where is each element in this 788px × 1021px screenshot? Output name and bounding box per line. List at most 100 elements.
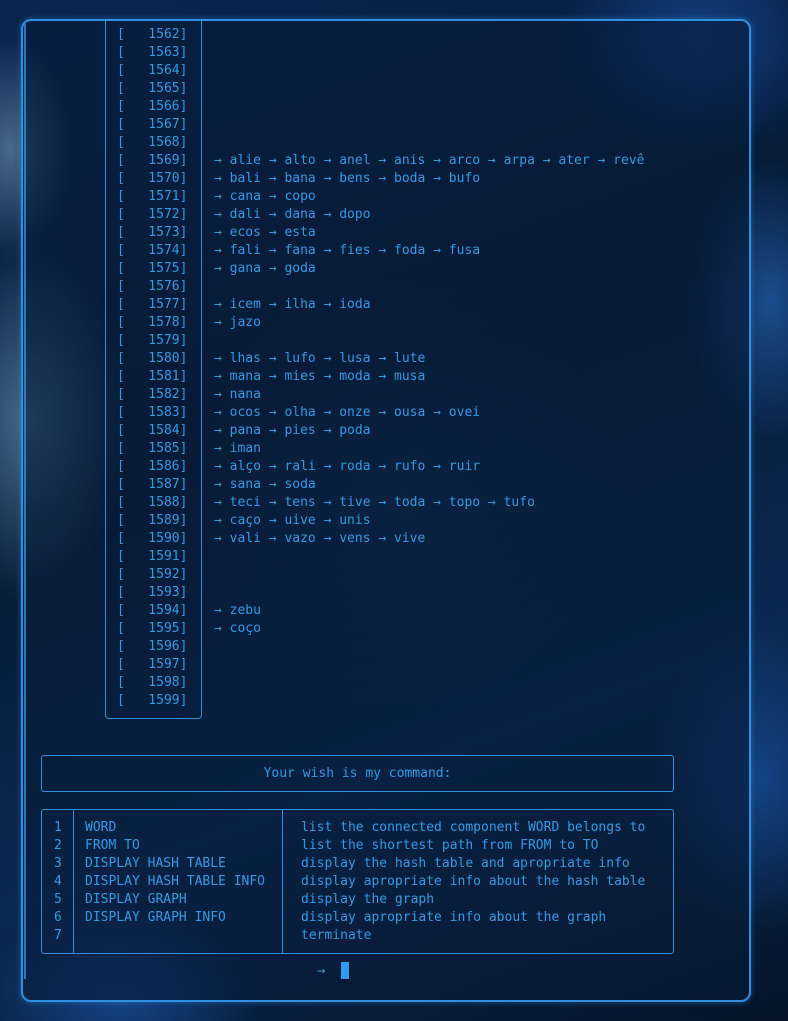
help-column-divider xyxy=(73,810,74,953)
word-chain: → alie → alto → anel → anis → arco → arp… xyxy=(214,153,645,168)
help-number: 4 xyxy=(54,874,62,889)
hash-row: [ 1569] → alie → alto → anel → anis → arc… xyxy=(117,152,644,170)
hash-index: [ 1568] xyxy=(117,135,188,150)
hash-index: [ 1577] xyxy=(117,297,188,312)
hash-row: [ 1576] xyxy=(117,278,189,296)
help-number: 1 xyxy=(54,820,62,835)
hash-row: [ 1567] xyxy=(117,116,189,134)
hash-index: [ 1569] xyxy=(117,153,188,168)
help-command: DISPLAY GRAPH xyxy=(85,892,187,907)
hash-row: [ 1581] → mana → mies → moda → musa xyxy=(117,368,425,386)
hash-index: [ 1576] xyxy=(117,279,188,294)
hash-index: [ 1570] xyxy=(117,171,188,186)
hash-row: [ 1575] → gana → goda xyxy=(117,260,316,278)
hash-row: [ 1572] → dali → dana → dopo xyxy=(117,206,371,224)
hash-index: [ 1596] xyxy=(117,639,188,654)
hash-row: [ 1574] → fali → fana → fies → foda → fus… xyxy=(117,242,480,260)
word-chain: → cana → copo xyxy=(214,189,316,204)
hash-row: [ 1597] xyxy=(117,656,189,674)
hash-row: [ 1594] → zebu xyxy=(117,602,261,620)
hash-row: [ 1588] → teci → tens → tive → toda → top… xyxy=(117,494,535,512)
hash-row: [ 1564] xyxy=(117,62,189,80)
word-chain: → jazo xyxy=(214,315,261,330)
word-chain: → nana xyxy=(214,387,261,402)
hash-row: [ 1593] xyxy=(117,584,189,602)
hash-index: [ 1581] xyxy=(117,369,188,384)
word-chain: → vali → vazo → vens → vive xyxy=(214,531,426,546)
hash-index: [ 1594] xyxy=(117,603,188,618)
help-description: terminate xyxy=(301,928,372,943)
text-cursor[interactable] xyxy=(341,962,349,979)
hash-index: [ 1585] xyxy=(117,441,188,456)
hash-index: [ 1597] xyxy=(117,657,188,672)
hash-index: [ 1578] xyxy=(117,315,188,330)
hash-row: [ 1584] → pana → pies → poda xyxy=(117,422,371,440)
help-command: WORD xyxy=(85,820,117,835)
hash-index: [ 1584] xyxy=(117,423,188,438)
hash-index: [ 1586] xyxy=(117,459,188,474)
help-description: list the shortest path from FROM to TO xyxy=(301,838,599,853)
hash-row: [ 1571] → cana → copo xyxy=(117,188,316,206)
hash-index: [ 1580] xyxy=(117,351,188,366)
hash-row: [ 1598] xyxy=(117,674,189,692)
word-chain: → sana → soda xyxy=(214,477,316,492)
word-chain: → lhas → lufo → lusa → lute xyxy=(214,351,426,366)
hash-row: [ 1580] → lhas → lufo → lusa → lute xyxy=(117,350,425,368)
hash-row: [ 1570] → bali → bana → bens → boda → buf… xyxy=(117,170,480,188)
help-description: list the connected component WORD belong… xyxy=(301,820,646,835)
hash-index: [ 1583] xyxy=(117,405,188,420)
hash-index: [ 1598] xyxy=(117,675,188,690)
hash-index: [ 1591] xyxy=(117,549,188,564)
hash-index: [ 1599] xyxy=(117,693,188,708)
hash-index: [ 1562] xyxy=(117,27,188,42)
help-description: display apropriate info about the hash t… xyxy=(301,874,646,889)
help-number: 2 xyxy=(54,838,62,853)
word-chain: → caço → uive → unis xyxy=(214,513,371,528)
hash-row: [ 1577] → icem → ilha → ioda xyxy=(117,296,371,314)
hash-index: [ 1565] xyxy=(117,81,188,96)
help-table: 1 WORD list the connected component WORD b… xyxy=(41,809,674,954)
help-number: 5 xyxy=(54,892,62,907)
hash-index: [ 1579] xyxy=(117,333,188,348)
help-command: DISPLAY HASH TABLE xyxy=(85,856,226,871)
hash-index: [ 1572] xyxy=(117,207,188,222)
word-chain: → ocos → olha → onze → ousa → ovei xyxy=(214,405,481,420)
command-prompt-text: Your wish is my command: xyxy=(263,766,452,781)
hash-row: [ 1565] xyxy=(117,80,189,98)
hash-index: [ 1574] xyxy=(117,243,188,258)
hash-index: [ 1571] xyxy=(117,189,188,204)
hash-row: [ 1573] → ecos → esta xyxy=(117,224,316,242)
hash-row: [ 1587] → sana → soda xyxy=(117,476,316,494)
hash-index: [ 1593] xyxy=(117,585,188,600)
help-number: 7 xyxy=(54,928,62,943)
hash-row: [ 1563] xyxy=(117,44,189,62)
hash-row: [ 1578] → jazo xyxy=(117,314,261,332)
hash-row: [ 1568] xyxy=(117,134,189,152)
word-chain: → dali → dana → dopo xyxy=(214,207,371,222)
hash-index: [ 1564] xyxy=(117,63,188,78)
hash-index: [ 1575] xyxy=(117,261,188,276)
help-command: FROM TO xyxy=(85,838,140,853)
hash-row: [ 1566] xyxy=(117,98,189,116)
hash-row: [ 1595] → coço xyxy=(117,620,261,638)
hash-row: [ 1596] xyxy=(117,638,189,656)
word-chain: → iman xyxy=(214,441,261,456)
word-chain: → alço → rali → roda → rufo → ruir xyxy=(214,459,481,474)
help-command: DISPLAY GRAPH INFO xyxy=(85,910,226,925)
hash-row: [ 1582] → nana xyxy=(117,386,261,404)
hash-row: [ 1586] → alço → rali → roda → rufo → rui… xyxy=(117,458,480,476)
help-number: 3 xyxy=(54,856,62,871)
word-chain: → ecos → esta xyxy=(214,225,316,240)
hash-index: [ 1566] xyxy=(117,99,188,114)
word-chain: → gana → goda xyxy=(214,261,316,276)
hash-row: [ 1589] → caço → uive → unis xyxy=(117,512,371,530)
help-column-divider xyxy=(282,810,283,953)
word-chain: → icem → ilha → ioda xyxy=(214,297,371,312)
hash-index: [ 1595] xyxy=(117,621,188,636)
help-number: 6 xyxy=(54,910,62,925)
hash-index: [ 1587] xyxy=(117,477,188,492)
input-prompt-symbol: → xyxy=(317,963,326,979)
help-command: DISPLAY HASH TABLE INFO xyxy=(85,874,266,889)
hash-row: [ 1579] xyxy=(117,332,189,350)
command-prompt-box: Your wish is my command: xyxy=(41,755,674,792)
